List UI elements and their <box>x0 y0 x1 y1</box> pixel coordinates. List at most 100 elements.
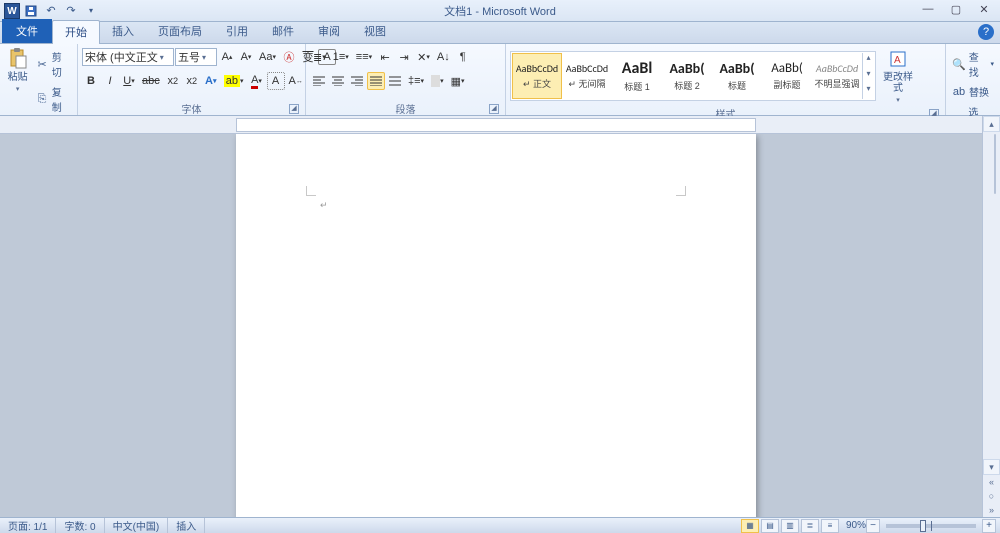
align-center-button[interactable] <box>329 72 347 90</box>
document-workspace[interactable]: ↵ <box>0 134 982 517</box>
italic-button[interactable]: I <box>101 72 119 90</box>
shading-button[interactable]: ▾ <box>428 72 447 90</box>
clear-format-button[interactable]: Ⓐ <box>280 48 298 66</box>
browse-object-icon[interactable]: ○ <box>983 489 1000 503</box>
view-reading-icon[interactable]: ▤ <box>761 519 779 533</box>
text-direction-button[interactable]: ✕▾ <box>414 48 433 66</box>
horizontal-ruler[interactable] <box>0 116 1000 134</box>
tab-references[interactable]: 引用 <box>214 20 260 43</box>
strikethrough-button[interactable]: abc <box>139 72 163 90</box>
margin-mark-tl <box>306 182 320 196</box>
undo-icon[interactable]: ↶ <box>42 2 60 20</box>
shrink-font-button[interactable]: A▾ <box>237 48 255 66</box>
show-marks-button[interactable]: ¶ <box>454 48 472 66</box>
view-web-icon[interactable]: ▥ <box>781 519 799 533</box>
gallery-up-icon[interactable]: ▴ <box>863 53 874 68</box>
view-outline-icon[interactable]: ≣ <box>801 519 819 533</box>
distribute-button[interactable] <box>386 72 404 90</box>
view-print-layout-icon[interactable]: ▦ <box>741 519 759 533</box>
margin-mark-tr <box>672 182 686 196</box>
zoom-in-button[interactable]: + <box>982 519 996 533</box>
save-icon[interactable] <box>22 2 40 20</box>
styles-gallery[interactable]: AaBbCcDd↵ 正文AaBbCcDd↵ 无间隔AaBl标题 1AaBb(标题… <box>510 51 876 101</box>
font-name-combo[interactable]: 宋体 (中文正文▾ <box>82 48 174 66</box>
grow-font-button[interactable]: A▴ <box>218 48 236 66</box>
status-zoom[interactable]: 90% <box>846 520 866 531</box>
bullets-button[interactable]: ≣▾ <box>310 48 329 66</box>
superscript-button[interactable]: x2 <box>183 72 201 90</box>
word-app-icon[interactable]: W <box>4 3 20 19</box>
scissors-icon: ✂ <box>35 58 48 70</box>
vertical-scrollbar[interactable]: ▴ ▾ « ○ » <box>982 116 1000 517</box>
gallery-down-icon[interactable]: ▾ <box>863 69 874 84</box>
font-color-button[interactable]: A▾ <box>248 72 266 90</box>
style-item[interactable]: AaBb(标题 <box>712 53 762 99</box>
tab-layout[interactable]: 页面布局 <box>146 20 214 43</box>
tab-review[interactable]: 审阅 <box>306 20 352 43</box>
group-editing: 🔍查找▾ ab替换 ▭选择▾ 编辑 <box>946 44 1000 115</box>
style-item[interactable]: AaBbCcDd↵ 无间隔 <box>562 53 612 99</box>
view-draft-icon[interactable]: ≡ <box>821 519 839 533</box>
sort-button[interactable]: A↓ <box>434 48 453 66</box>
style-item[interactable]: AaBbCcDd不明显强调 <box>812 53 862 99</box>
zoom-out-button[interactable]: − <box>866 519 880 533</box>
qat-dropdown-icon[interactable]: ▾ <box>82 2 100 20</box>
bold-button[interactable]: B <box>82 72 100 90</box>
paragraph-launcher[interactable]: ◢ <box>489 104 499 114</box>
align-justify-button[interactable] <box>367 72 385 90</box>
cut-button[interactable]: ✂剪切 <box>33 48 73 80</box>
numbering-button[interactable]: 1≡▾ <box>330 48 352 66</box>
zoom-slider[interactable] <box>886 524 976 528</box>
scroll-down-icon[interactable]: ▾ <box>983 459 1000 475</box>
align-left-button[interactable] <box>310 72 328 90</box>
tab-insert[interactable]: 插入 <box>100 20 146 43</box>
style-item[interactable]: AaBb(副标题 <box>762 53 812 99</box>
quick-access-toolbar: W ↶ ↷ ▾ <box>0 2 104 20</box>
highlight-button[interactable]: ab▾ <box>221 72 247 90</box>
minimize-button[interactable]: ― <box>914 0 942 18</box>
borders-button[interactable]: ▦▾ <box>448 72 468 90</box>
scroll-thumb[interactable] <box>994 134 996 194</box>
increase-indent-button[interactable]: ⇥ <box>395 48 413 66</box>
help-icon[interactable]: ? <box>978 24 994 40</box>
decrease-indent-button[interactable]: ⇤ <box>376 48 394 66</box>
status-words[interactable]: 字数: 0 <box>56 518 104 533</box>
prev-page-icon[interactable]: « <box>983 475 1000 489</box>
maximize-button[interactable]: ▢ <box>942 0 970 18</box>
char-shading-button[interactable]: A <box>267 72 285 90</box>
status-insert-mode[interactable]: 插入 <box>168 518 205 533</box>
tab-view[interactable]: 视图 <box>352 20 398 43</box>
align-right-button[interactable] <box>348 72 366 90</box>
change-case-button[interactable]: Aa▾ <box>256 48 279 66</box>
find-button[interactable]: 🔍查找▾ <box>950 48 996 80</box>
style-item[interactable]: AaBb(标题 2 <box>662 53 712 99</box>
next-page-icon[interactable]: » <box>983 503 1000 517</box>
paste-button[interactable]: 粘贴 ▾ <box>4 46 31 95</box>
style-item[interactable]: AaBl标题 1 <box>612 53 662 99</box>
tab-mailings[interactable]: 邮件 <box>260 20 306 43</box>
text-effects-button[interactable]: A▾ <box>202 72 220 90</box>
scroll-up-icon[interactable]: ▴ <box>983 116 1000 132</box>
gallery-more-icon[interactable]: ▾ <box>863 84 874 99</box>
status-language[interactable]: 中文(中国) <box>105 518 169 533</box>
subscript-button[interactable]: x2 <box>164 72 182 90</box>
char-scale-button[interactable]: A↔ <box>286 72 306 90</box>
close-button[interactable]: ✕ <box>970 0 998 18</box>
document-page[interactable]: ↵ <box>236 134 756 517</box>
tab-file[interactable]: 文件 <box>2 19 52 43</box>
redo-icon[interactable]: ↷ <box>62 2 80 20</box>
status-page[interactable]: 页面: 1/1 <box>0 518 56 533</box>
multilevel-button[interactable]: ≡≡▾ <box>353 48 375 66</box>
copy-button[interactable]: ⎘复制 <box>33 83 73 115</box>
line-spacing-button[interactable]: ‡≡▾ <box>405 72 427 90</box>
font-launcher[interactable]: ◢ <box>289 104 299 114</box>
paragraph-mark-icon: ↵ <box>320 200 328 211</box>
ribbon: 粘贴 ▾ ✂剪切 ⎘复制 🖌格式刷 剪贴板◢ 宋体 (中文正文▾ 五号▾ A▴ … <box>0 44 1000 116</box>
underline-button[interactable]: U▾ <box>120 72 138 90</box>
change-styles-button[interactable]: A 更改样式 ▾ <box>878 46 918 106</box>
tab-home[interactable]: 开始 <box>52 20 100 44</box>
style-item[interactable]: AaBbCcDd↵ 正文 <box>512 53 562 99</box>
font-size-combo[interactable]: 五号▾ <box>175 48 217 66</box>
chevron-down-icon: ▾ <box>16 85 20 93</box>
replace-button[interactable]: ab替换 <box>950 83 991 100</box>
